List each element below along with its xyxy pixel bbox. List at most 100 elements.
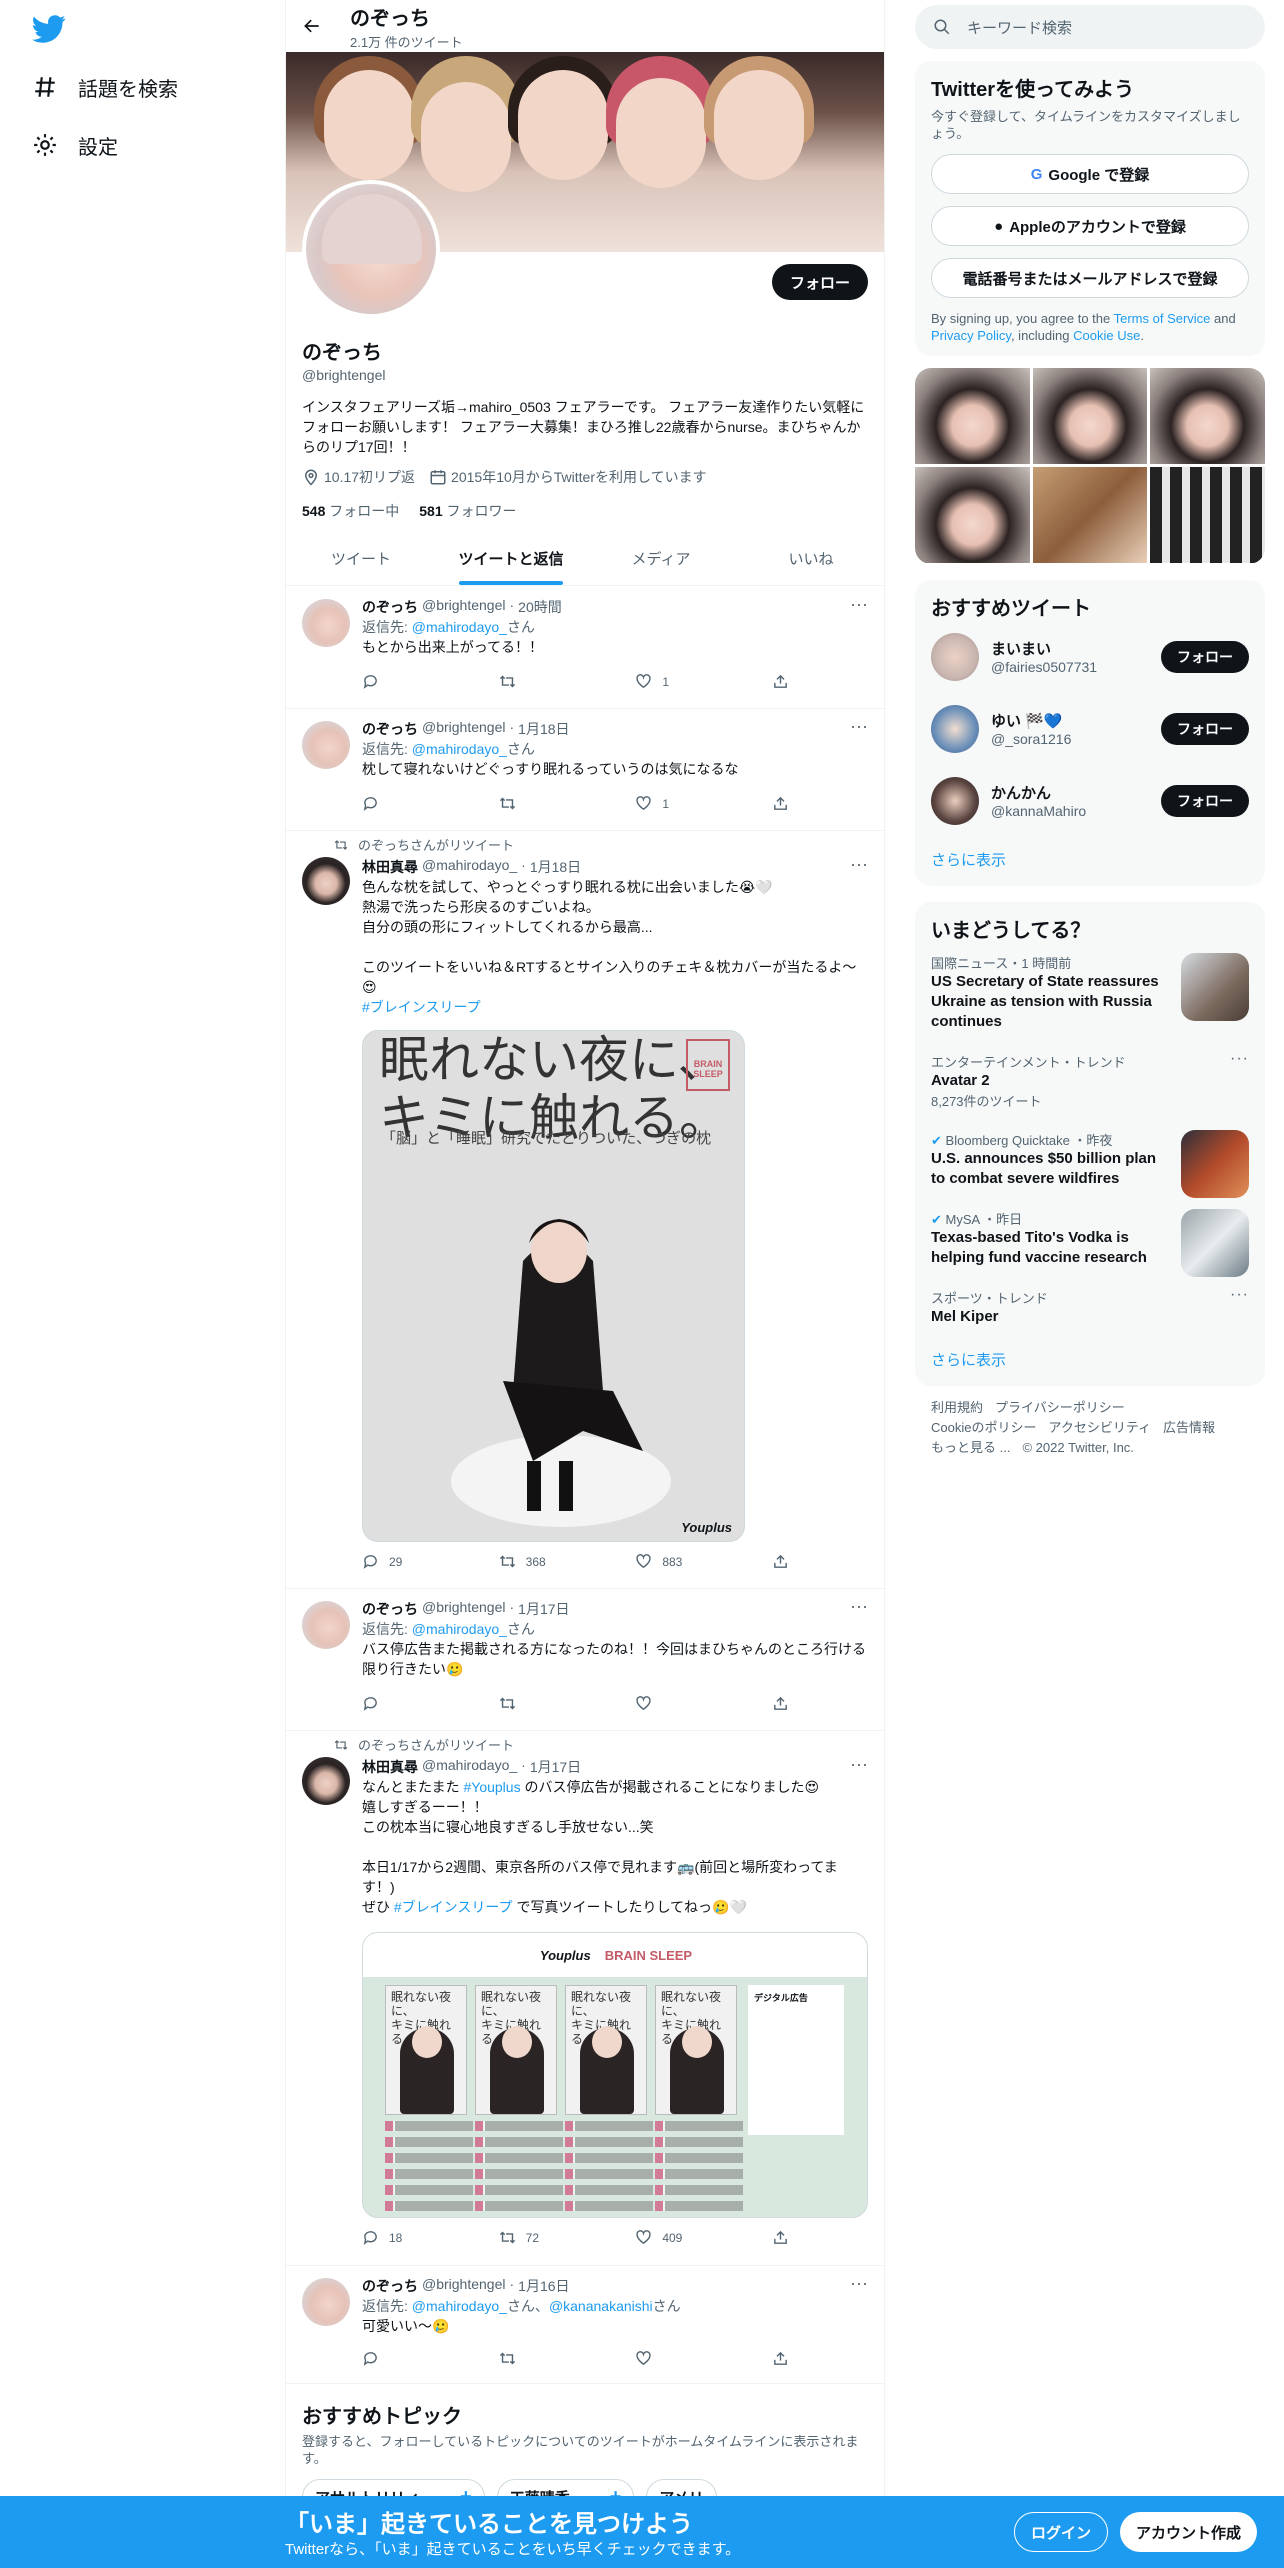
footer-link[interactable]: プライバシーポリシー: [995, 1400, 1125, 1415]
avatar[interactable]: [931, 705, 979, 753]
reply-button[interactable]: [362, 1695, 462, 1712]
footer-link[interactable]: もっと見る ...: [931, 1440, 1010, 1455]
followers-link[interactable]: 581 フォロワー: [419, 501, 516, 521]
twitter-logo-icon[interactable]: [32, 12, 66, 46]
verified-icon: ✔: [931, 1212, 942, 1227]
back-arrow-icon[interactable]: [302, 16, 322, 36]
login-button[interactable]: ログイン: [1014, 2512, 1109, 2552]
tweet-avatar[interactable]: [302, 721, 350, 769]
search-box[interactable]: キーワード検索: [915, 5, 1265, 49]
hashtag-icon: [35, 77, 55, 97]
trend-item[interactable]: ✔ MySA ・昨日 Texas-based Tito's Vodka is h…: [931, 1199, 1249, 1278]
hashtag-link[interactable]: #Youplus: [463, 1779, 520, 1795]
profile-avatar[interactable]: [302, 180, 440, 318]
show-more-link[interactable]: さらに表示: [931, 1337, 1249, 1374]
suggested-user[interactable]: まいまい @fairies0507731 フォロー: [931, 621, 1249, 693]
tweet-image[interactable]: Youplus BRAIN SLEEP 眠れない夜に、 キミに触れる。 眠れない夜に…: [362, 1932, 868, 2218]
apple-signup-button[interactable]: ● Appleのアカウントで登録: [931, 206, 1249, 246]
media-thumb[interactable]: [1032, 467, 1148, 563]
tweet[interactable]: ··· のぞっち @brightengel · 1月17日 返信先: @mahirod…: [286, 1589, 884, 1731]
avatar[interactable]: [931, 633, 979, 681]
follow-button[interactable]: フォロー: [1161, 641, 1249, 673]
trend-item[interactable]: スポーツ・トレンド Mel Kiper ···: [931, 1278, 1249, 1337]
share-button[interactable]: [772, 673, 792, 690]
phone-signup-button[interactable]: 電話番号またはメールアドレスで登録: [931, 258, 1249, 298]
like-button[interactable]: [635, 2350, 735, 2367]
tab-likes[interactable]: いいね: [736, 532, 884, 585]
right-sidebar: キーワード検索 Twitterを使ってみよう 今すぐ登録して、タイムラインをカス…: [915, 0, 1265, 1470]
follow-button[interactable]: フォロー: [1161, 785, 1249, 817]
show-more-link[interactable]: さらに表示: [931, 837, 1249, 874]
media-thumb[interactable]: [1150, 368, 1265, 464]
nav-settings[interactable]: 設定: [32, 125, 118, 165]
share-icon: [774, 2230, 787, 2244]
terms-link[interactable]: Terms of Service: [1114, 311, 1211, 326]
retweet-button[interactable]: 368: [499, 1553, 599, 1570]
retweet-button[interactable]: [499, 2350, 599, 2367]
cookie-link[interactable]: Cookie Use: [1073, 328, 1140, 343]
hashtag-link[interactable]: #ブレインスリープ: [394, 1899, 513, 1915]
footer-link[interactable]: 利用規約: [931, 1400, 983, 1415]
follow-button[interactable]: フォロー: [771, 264, 868, 300]
create-account-button[interactable]: アカウント作成: [1120, 2512, 1258, 2552]
share-button[interactable]: [772, 1553, 792, 1570]
tweet-image[interactable]: 眠れない夜に、 キミに触れる。 「脳」と「睡眠」研究でたどりついた、つぎの枕 BR…: [362, 1030, 745, 1542]
trend-item[interactable]: エンターテインメント・トレンド Avatar 2 8,273件のツイート ···: [931, 1042, 1249, 1120]
tweet-avatar[interactable]: [302, 599, 350, 647]
share-button[interactable]: [772, 795, 792, 812]
tweet-avatar[interactable]: [302, 1757, 350, 1805]
retweet-button[interactable]: 72: [499, 2229, 599, 2246]
nav-explore[interactable]: 話題を検索: [32, 67, 178, 107]
media-thumb[interactable]: [1150, 467, 1265, 563]
media-thumb[interactable]: [1032, 368, 1148, 464]
reply-button[interactable]: [362, 2350, 462, 2367]
share-button[interactable]: [772, 2229, 792, 2246]
footer-link[interactable]: 広告情報: [1163, 1420, 1215, 1435]
reply-button[interactable]: [362, 795, 462, 812]
reply-mention[interactable]: @mahirodayo_: [412, 1621, 507, 1637]
tab-media[interactable]: メディア: [586, 532, 736, 585]
privacy-link[interactable]: Privacy Policy: [931, 328, 1011, 343]
footer-link[interactable]: アクセシビリティ: [1048, 1420, 1151, 1435]
tweet-avatar[interactable]: [302, 1601, 350, 1649]
tweet-avatar[interactable]: [302, 857, 350, 905]
media-thumb[interactable]: [915, 368, 1030, 464]
reply-button[interactable]: [362, 673, 462, 690]
follow-button[interactable]: フォロー: [1161, 713, 1249, 745]
tweet[interactable]: ··· のぞっち @brightengel · 1月18日 返信先: @mahirod…: [286, 709, 884, 831]
reply-button[interactable]: 18: [362, 2229, 462, 2246]
tweet[interactable]: ··· のぞっち @brightengel · 20時間 返信先: @mahiroda…: [286, 587, 884, 709]
like-button[interactable]: 1: [635, 795, 735, 812]
retweet-button[interactable]: [499, 673, 599, 690]
tab-tweets[interactable]: ツイート: [286, 532, 436, 585]
like-button[interactable]: 883: [635, 1553, 735, 1570]
share-button[interactable]: [772, 1695, 792, 1712]
retweet-button[interactable]: [499, 795, 599, 812]
media-thumb[interactable]: [915, 467, 1030, 563]
reply-icon: [363, 2352, 377, 2366]
trend-item[interactable]: 国際ニュース・1 時間前 US Secretary of State reass…: [931, 943, 1249, 1042]
tweet[interactable]: ··· のぞっち @brightengel · 1月16日 返信先: @mahirod…: [286, 2266, 884, 2384]
tweet-avatar[interactable]: [302, 2278, 350, 2326]
reply-mention[interactable]: @mahirodayo_: [412, 619, 507, 635]
reply-button[interactable]: 29: [362, 1553, 462, 1570]
retweet-button[interactable]: [499, 1695, 599, 1712]
avatar[interactable]: [931, 777, 979, 825]
reply-mention[interactable]: @mahirodayo_: [412, 741, 507, 757]
suggested-user[interactable]: かんかん @kannaMahiro フォロー: [931, 765, 1249, 837]
like-button[interactable]: 409: [635, 2229, 735, 2246]
like-button[interactable]: [635, 1695, 735, 1712]
more-icon[interactable]: ···: [1230, 1050, 1249, 1068]
suggested-user[interactable]: ゆい 🏁💙 @_sora1216 フォロー: [931, 693, 1249, 765]
following-link[interactable]: 548 フォロー中: [302, 501, 399, 521]
more-icon[interactable]: ···: [1230, 1286, 1249, 1304]
google-signup-button[interactable]: G Google で登録: [931, 154, 1249, 194]
tab-tweets-and-replies[interactable]: ツイートと返信: [436, 532, 586, 585]
hashtag-link[interactable]: #ブレインスリープ: [362, 999, 481, 1015]
reply-mention[interactable]: @mahirodayo_: [412, 2298, 507, 2314]
reply-mention[interactable]: @kananakanishi: [549, 2298, 653, 2314]
share-button[interactable]: [772, 2350, 792, 2367]
trend-item[interactable]: ✔ Bloomberg Quicktake ・昨夜 U.S. announces…: [931, 1120, 1249, 1199]
like-button[interactable]: 1: [635, 673, 735, 690]
footer-link[interactable]: Cookieのポリシー: [931, 1420, 1036, 1435]
